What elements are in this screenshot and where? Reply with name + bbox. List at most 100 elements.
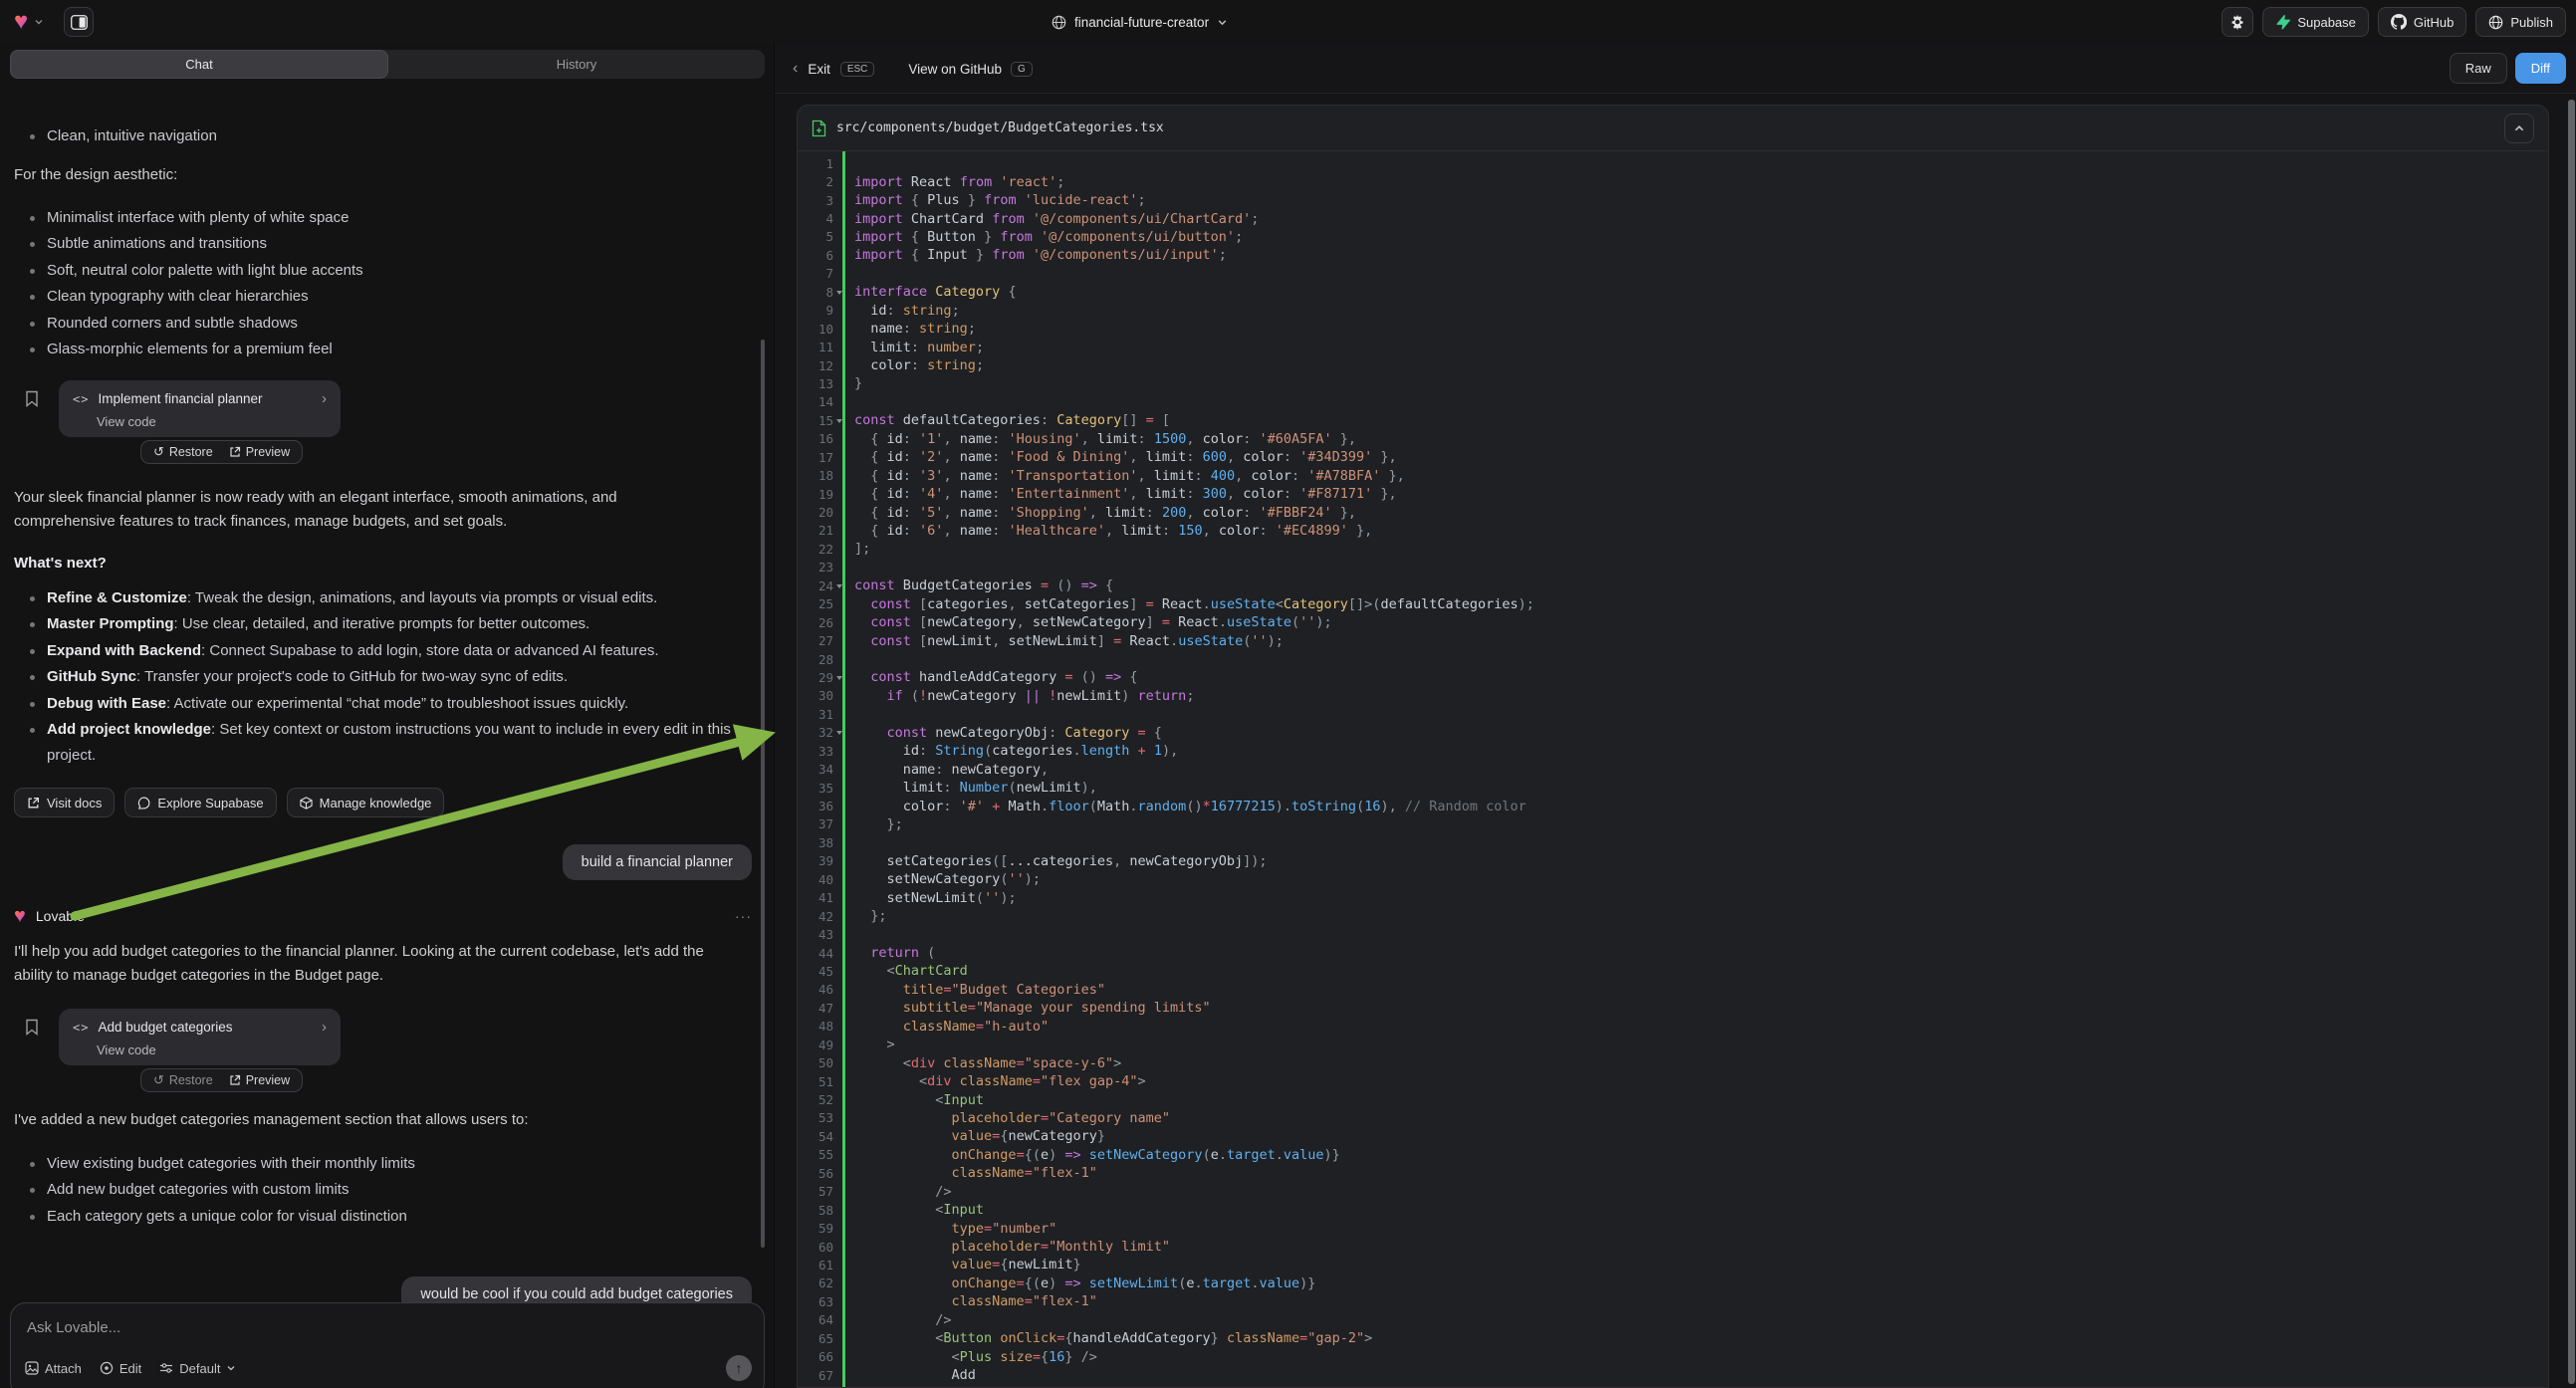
code-line: 43: [798, 925, 2548, 943]
restore-button[interactable]: ↺Restore: [145, 1072, 221, 1088]
code-line: 1: [798, 154, 2548, 172]
code-line: 49 >: [798, 1036, 2548, 1053]
code-line: 3import { Plus } from 'lucide-react';: [798, 191, 2548, 209]
project-name: financial-future-creator: [1074, 15, 1209, 30]
explore-supabase-button[interactable]: Explore Supabase: [124, 788, 276, 817]
edit-mode-button[interactable]: Edit: [100, 1361, 141, 1376]
code-scrollbar[interactable]: [2568, 100, 2575, 1384]
fold-caret-icon[interactable]: [836, 584, 842, 588]
code-line: 5import { Button } from '@/components/ui…: [798, 228, 2548, 246]
restore-button[interactable]: ↺Restore: [145, 444, 221, 460]
version-card-implement-financial-planner[interactable]: <> Implement financial planner › View co…: [59, 380, 341, 437]
file-added-icon: [812, 119, 826, 137]
list-item: Clean typography with clear hierarchies: [14, 284, 746, 310]
code-line: 47 subtitle="Manage your spending limits…: [798, 999, 2548, 1017]
list-item: Add new budget categories with custom li…: [14, 1177, 746, 1203]
project-switcher[interactable]: financial-future-creator: [1052, 0, 1228, 44]
tab-history[interactable]: History: [388, 50, 765, 79]
list-item: Master Prompting: Use clear, detailed, a…: [14, 611, 751, 637]
code-line: 24const BudgetCategories = () => {: [798, 577, 2548, 594]
settings-button[interactable]: [2222, 7, 2253, 37]
toggle-sidebar-button[interactable]: [64, 7, 94, 37]
restore-icon: ↺: [153, 444, 164, 460]
supabase-button[interactable]: Supabase: [2262, 7, 2369, 37]
code-line: 50 <div className="space-y-6">: [798, 1053, 2548, 1071]
code-line: 44 return (: [798, 944, 2548, 962]
fold-caret-icon[interactable]: [836, 676, 842, 680]
chat-input-box[interactable]: Ask Lovable... Attach Edit Default ↑: [10, 1302, 765, 1388]
fold-caret-icon[interactable]: [836, 291, 842, 295]
code-line: 26 const [newCategory, setNewCategory] =…: [798, 613, 2548, 631]
chat-scrollbar[interactable]: [761, 340, 765, 1248]
fold-caret-icon[interactable]: [836, 419, 842, 423]
whats-next-heading: What's next?: [14, 552, 746, 576]
code-line: 11 limit: number;: [798, 338, 2548, 355]
external-link-icon: [229, 1074, 241, 1086]
code-line: 15const defaultCategories: Category[] = …: [798, 411, 2548, 429]
code-line: 8interface Category {: [798, 283, 2548, 301]
collapse-file-button[interactable]: [2504, 114, 2534, 143]
g-key-hint: G: [1011, 62, 1033, 77]
send-button[interactable]: ↑: [726, 1355, 752, 1381]
list-item: Each category gets a unique color for vi…: [14, 1204, 746, 1230]
code-line: 66 <Plus size={16} />: [798, 1347, 2548, 1365]
list-item: Add project knowledge: Set key context o…: [14, 717, 751, 770]
preview-button[interactable]: Preview: [221, 445, 298, 459]
publish-label: Publish: [2510, 15, 2553, 30]
publish-button[interactable]: Publish: [2475, 7, 2566, 37]
design-aesthetic-heading: For the design aesthetic:: [14, 163, 746, 187]
code-line: 20 { id: '5', name: 'Shopping', limit: 2…: [798, 503, 2548, 521]
preview-button[interactable]: Preview: [221, 1073, 298, 1087]
github-icon: [2391, 14, 2407, 30]
raw-toggle-button[interactable]: Raw: [2450, 53, 2507, 84]
chat-scroll-area[interactable]: Clean, intuitive navigation For the desi…: [0, 80, 774, 1388]
visit-docs-button[interactable]: Visit docs: [14, 788, 115, 817]
code-line: 64 />: [798, 1311, 2548, 1329]
supabase-icon: [2275, 14, 2290, 30]
github-button[interactable]: GitHub: [2378, 7, 2466, 37]
code-line: 34 name: newCategory,: [798, 760, 2548, 778]
code-line: 58 <Input: [798, 1201, 2548, 1219]
code-line: 25 const [categories, setCategories] = R…: [798, 595, 2548, 613]
version-card-add-budget-categories[interactable]: <> Add budget categories › View code: [59, 1009, 341, 1065]
list-item: Refine & Customize: Tweak the design, an…: [14, 585, 751, 611]
quick-actions-row: Visit docs Explore Supabase Manage knowl…: [14, 788, 444, 817]
code-line: 18 { id: '3', name: 'Transportation', li…: [798, 466, 2548, 484]
manage-knowledge-button[interactable]: Manage knowledge: [287, 788, 445, 817]
version-card-title: Add budget categories: [98, 1020, 313, 1035]
added-bullet-list: View existing budget categories with the…: [14, 1151, 746, 1230]
code-editor-view[interactable]: 12import React from 'react';3import { Pl…: [798, 151, 2548, 1388]
exit-button[interactable]: Exit: [808, 62, 830, 77]
view-code-link[interactable]: View code: [97, 1042, 327, 1057]
file-path-row[interactable]: src/components/budget/BudgetCategories.t…: [798, 106, 2548, 151]
view-on-github-button[interactable]: View on GitHub: [908, 62, 1002, 77]
view-code-link[interactable]: View code: [97, 414, 327, 429]
mode-selector[interactable]: Default: [159, 1361, 236, 1376]
chevron-right-icon: ›: [322, 1019, 327, 1036]
logo-chevron-down-icon[interactable]: [34, 17, 44, 27]
code-line: 31: [798, 705, 2548, 723]
list-item: Minimalist interface with plenty of whit…: [14, 205, 746, 231]
list-item: Rounded corners and subtle shadows: [14, 311, 746, 337]
esc-key-hint: ESC: [840, 62, 875, 77]
chat-bubble-icon: [137, 797, 150, 810]
lovable-logo-icon[interactable]: ♥: [14, 10, 28, 34]
code-line: 33 id: String(categories.length + 1),: [798, 742, 2548, 760]
bookmark-icon[interactable]: [25, 1019, 39, 1036]
version-card-title: Implement financial planner: [98, 391, 313, 406]
code-line: 17 { id: '2', name: 'Food & Dining', lim…: [798, 448, 2548, 466]
code-line: 54 value={newCategory}: [798, 1127, 2548, 1145]
attach-button[interactable]: Attach: [25, 1361, 82, 1376]
diff-toggle-button[interactable]: Diff: [2515, 53, 2566, 84]
bookmark-icon[interactable]: [25, 390, 39, 407]
chat-input-placeholder: Ask Lovable...: [27, 1319, 748, 1336]
code-line: 32 const newCategoryObj: Category = {: [798, 724, 2548, 742]
fold-caret-icon[interactable]: [836, 731, 842, 735]
external-link-icon: [27, 797, 40, 810]
message-more-button[interactable]: ···: [735, 908, 752, 924]
tab-chat[interactable]: Chat: [10, 50, 388, 79]
code-line: 12 color: string;: [798, 356, 2548, 374]
assistant-name: Lovable: [36, 908, 85, 924]
chevron-down-icon: [1217, 17, 1228, 28]
code-line: 23: [798, 559, 2548, 577]
